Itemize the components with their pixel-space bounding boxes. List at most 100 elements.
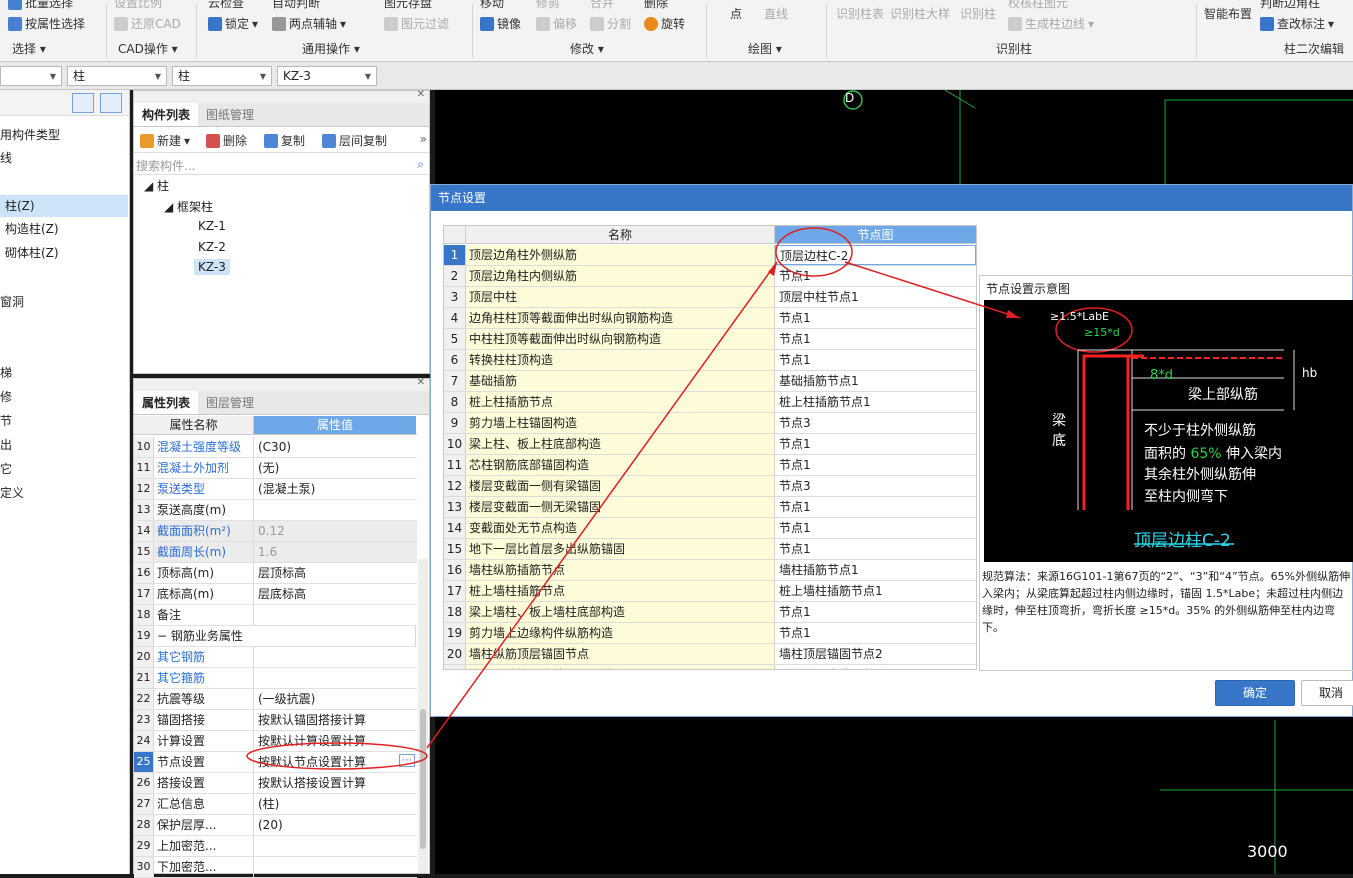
left-item-joint[interactable]: 节 — [0, 410, 128, 432]
node-row[interactable]: 15 地下一层比首层多出纵筋锚固 节点1 — [444, 539, 976, 560]
recog-col-table-button[interactable]: 识别柱表 — [836, 5, 884, 22]
batch-select-button[interactable]: 批量选择 — [8, 0, 73, 11]
prop-row[interactable]: 22 抗震等级 (一级抗震) — [134, 689, 417, 710]
left-item-decoration[interactable]: 修 — [0, 386, 128, 408]
tab-drawing-manage[interactable]: 图纸管理 — [198, 103, 262, 126]
node-row[interactable]: 8 桩上柱插筋节点 桩上柱插筋节点1 — [444, 392, 976, 413]
two-point-axis-button[interactable]: 两点辅轴 ▾ — [272, 15, 346, 32]
left-item-constructional-column[interactable]: 构造柱(Z) — [0, 218, 128, 240]
comp-search[interactable]: 搜索构件... ⌕ — [134, 153, 429, 175]
prop-row[interactable]: 11 混凝土外加剂 (无) — [134, 458, 417, 479]
node-row[interactable]: 14 变截面处无节点构造 节点1 — [444, 518, 976, 539]
more-icon[interactable]: » — [420, 132, 427, 146]
left-item-out[interactable]: 出 — [0, 434, 128, 456]
mirror-button[interactable]: 镜像 — [480, 15, 521, 32]
prop-row[interactable]: 10 混凝土强度等级 (C30) — [134, 437, 417, 458]
left-item-line[interactable]: 线 — [0, 147, 128, 169]
copy-button[interactable]: 复制 — [264, 132, 305, 149]
trim-button[interactable]: 修剪 — [536, 0, 560, 11]
restore-cad-button[interactable]: 还原CAD — [114, 15, 181, 32]
auto-judge-button[interactable]: 自动判断 — [272, 0, 320, 11]
select-group-label[interactable]: 选择 ▾ — [12, 40, 46, 57]
check-annotation-button[interactable]: 查改标注 ▾ — [1260, 15, 1334, 32]
tab-property-list[interactable]: 属性列表 — [134, 391, 199, 414]
left-item-stair[interactable]: 梯 — [0, 362, 128, 384]
recog-col-button[interactable]: 识别柱 — [960, 5, 996, 22]
check-col-button[interactable]: 校核柱图元 — [1008, 0, 1068, 11]
node-row[interactable]: 11 芯柱钢筋底部锚固构造 节点1 — [444, 455, 976, 476]
split-button[interactable]: 分割 — [590, 15, 631, 32]
prop-row[interactable]: 30 下加密范... — [134, 857, 417, 878]
set-scale-button[interactable]: 设置比例 — [114, 0, 162, 11]
smart-layout-button[interactable]: 智能布置 — [1204, 5, 1252, 22]
component-select[interactable]: KZ-3 ▼ — [277, 66, 377, 86]
tab-component-list[interactable]: 构件列表 — [134, 103, 199, 126]
prop-row[interactable]: 25 节点设置 按默认节点设置计算 ⋯ — [134, 752, 417, 773]
layer-copy-button[interactable]: 层间复制 — [322, 132, 387, 149]
save-element-button[interactable]: 图元存盘 — [384, 0, 432, 11]
node-row[interactable]: 9 剪力墙上柱锚固构造 节点3 — [444, 413, 976, 434]
search-icon[interactable]: ⌕ — [417, 157, 424, 172]
prop-row[interactable]: 18 备注 — [134, 605, 417, 626]
category-select[interactable]: 柱 ▼ — [67, 66, 167, 86]
tree-view-icon[interactable] — [100, 93, 122, 113]
tree-node-frame-column[interactable]: ◢ 框架柱 — [164, 198, 213, 215]
new-button[interactable]: 新建 ▾ — [140, 132, 190, 149]
judge-corner-col-button[interactable]: 判断边角柱 — [1260, 0, 1320, 11]
prop-scrollbar[interactable] — [418, 559, 428, 873]
node-row[interactable]: 18 梁上墙柱、板上墙柱底部构造 节点1 — [444, 602, 976, 623]
node-row[interactable]: 17 桩上墙柱插筋节点 桩上墙柱插筋节点1 — [444, 581, 976, 602]
node-row[interactable]: 13 楼层变截面一侧无梁锚固 节点1 — [444, 497, 976, 518]
element-filter-button[interactable]: 图元过滤 — [384, 15, 449, 32]
node-row[interactable]: 19 剪力墙上边缘构件纵筋构造 节点1 — [444, 623, 976, 644]
tree-node-kz3[interactable]: KZ-3 — [194, 259, 230, 275]
prop-row[interactable]: 20 其它钢筋 — [134, 647, 417, 668]
point-button[interactable]: 点 — [730, 5, 742, 22]
draw-group-label[interactable]: 绘图 ▾ — [748, 40, 782, 57]
prop-row[interactable]: 13 泵送高度(m) — [134, 500, 417, 521]
delete-button[interactable]: 删除 — [644, 0, 668, 11]
prop-row[interactable]: 29 上加密范... — [134, 836, 417, 857]
close-icon[interactable]: ✕ — [417, 377, 425, 388]
left-item-column[interactable]: 柱(Z) — [0, 195, 128, 217]
type-select[interactable]: 柱 ▼ — [172, 66, 272, 86]
tab-layer-manage[interactable]: 图层管理 — [198, 391, 262, 414]
offset-button[interactable]: 偏移 — [536, 15, 577, 32]
prop-row[interactable]: 17 底标高(m) 层底标高 — [134, 584, 417, 605]
modify-group-label[interactable]: 修改 ▾ — [570, 40, 604, 57]
line-button[interactable]: 直线 — [764, 5, 788, 22]
left-item-custom[interactable]: 定义 — [0, 482, 128, 504]
prop-row[interactable]: 23 锚固搭接 按默认锚固搭接计算 — [134, 710, 417, 731]
node-row[interactable]: 10 梁上柱、板上柱底部构造 节点1 — [444, 434, 976, 455]
node-row[interactable]: 3 顶层中柱 顶层中柱节点1 — [444, 287, 976, 308]
close-icon[interactable]: ✕ — [417, 89, 425, 100]
prop-row[interactable]: 16 顶标高(m) 层顶标高 — [134, 563, 417, 584]
cad-group-label[interactable]: CAD操作 ▾ — [118, 40, 178, 57]
node-row[interactable]: 5 中柱柱顶等截面伸出时纵向钢筋构造 节点1 — [444, 329, 976, 350]
list-view-icon[interactable] — [72, 93, 94, 113]
tree-node-kz1[interactable]: KZ-1 — [198, 219, 226, 233]
move-button[interactable]: 移动 — [480, 0, 504, 11]
node-row[interactable]: 12 楼层变截面一侧有梁锚固 节点3 — [444, 476, 976, 497]
select-by-attr-button[interactable]: 按属性选择 — [8, 15, 85, 32]
prop-row[interactable]: 27 汇总信息 (柱) — [134, 794, 417, 815]
prop-row[interactable]: 28 保护层厚... (20) — [134, 815, 417, 836]
cloud-check-button[interactable]: 云检查 — [208, 0, 244, 11]
left-item-common-types[interactable]: 用构件类型 — [0, 124, 128, 146]
ok-button[interactable]: 确定 — [1215, 680, 1295, 706]
node-row[interactable]: 4 边角柱柱顶等截面伸出时纵向钢筋构造 节点1 — [444, 308, 976, 329]
merge-button[interactable]: 合并 — [590, 0, 614, 11]
left-item-other[interactable]: 它 — [0, 458, 128, 480]
node-row[interactable]: 2 顶层边角柱内侧纵筋 节点1 — [444, 266, 976, 287]
node-row[interactable]: 7 基础插筋 基础插筋节点1 — [444, 371, 976, 392]
tree-node-column[interactable]: ◢ 柱 — [144, 177, 169, 194]
prop-row[interactable]: 26 搭接设置 按默认搭接设置计算 — [134, 773, 417, 794]
ellipsis-button[interactable]: ⋯ — [399, 754, 415, 767]
left-item-masonry-column[interactable]: 砌体柱(Z) — [0, 242, 128, 264]
delete-comp-button[interactable]: 删除 — [206, 132, 247, 149]
prop-row[interactable]: 19− 钢筋业务属性 — [134, 626, 417, 647]
cancel-button[interactable]: 取消 — [1301, 680, 1353, 706]
prop-row[interactable]: 24 计算设置 按默认计算设置计算 — [134, 731, 417, 752]
node-row[interactable]: 21墙柱纵筋楼层变截面锚固节点墙柱楼层变截面节点2 — [444, 665, 976, 669]
node-row[interactable]: 16 墙柱纵筋插筋节点 墙柱插筋节点1 — [444, 560, 976, 581]
